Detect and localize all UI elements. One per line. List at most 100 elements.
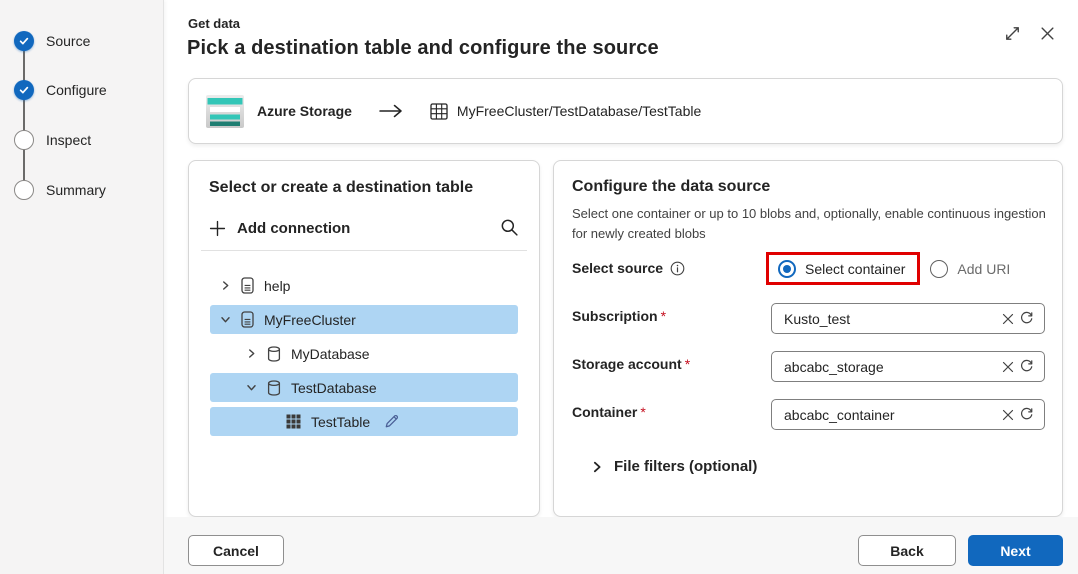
add-connection-button[interactable]: Add connection (209, 216, 350, 240)
refresh-icon (1019, 359, 1034, 374)
clear-container-button[interactable] (999, 406, 1017, 424)
clear-storage-account-button[interactable] (999, 358, 1017, 376)
configure-panel-title: Configure the data source (572, 178, 771, 195)
select-source-radio-group: Select container Add URI (766, 252, 1010, 285)
container-field[interactable] (771, 399, 1045, 430)
page-title: Pick a destination table and configure t… (187, 37, 659, 59)
step-label: Configure (46, 82, 107, 98)
cancel-button[interactable]: Cancel (188, 535, 284, 566)
pencil-icon (383, 413, 400, 430)
step-label: Inspect (46, 132, 92, 148)
step-complete-icon (14, 31, 34, 51)
required-marker: * (640, 404, 646, 420)
select-source-label-row: Select source (572, 260, 685, 276)
refresh-subscription-button[interactable] (1017, 309, 1036, 328)
tree-item-myfreecluster[interactable]: MyFreeCluster (210, 305, 518, 334)
destination-panel: Select or create a destination table Add… (188, 160, 540, 517)
tree-item-label: TestTable (311, 413, 371, 430)
cluster-icon (241, 277, 254, 294)
chevron-right-icon (591, 461, 603, 473)
subscription-label: Subscription * (572, 308, 667, 324)
destination-path: MyFreeCluster/TestDatabase/TestTable (456, 103, 702, 119)
radio-add-uri-option: Add URI (930, 259, 1010, 278)
close-icon (1040, 26, 1055, 41)
tree-item-label: TestDatabase (291, 379, 377, 396)
table-icon (286, 414, 301, 429)
storage-account-field[interactable] (771, 351, 1045, 382)
clear-subscription-button[interactable] (999, 310, 1017, 328)
stepper-connector-line (23, 41, 25, 190)
destination-table-icon (430, 102, 448, 120)
refresh-icon (1019, 311, 1034, 326)
stepper-step-configure[interactable]: Configure (0, 80, 164, 100)
container-input[interactable] (784, 406, 999, 423)
search-icon (500, 218, 522, 237)
source-name: Azure Storage (257, 103, 352, 119)
database-icon (267, 345, 281, 362)
file-filters-expander[interactable]: File filters (optional) (591, 458, 757, 475)
expand-icon (1004, 25, 1021, 42)
close-dialog-button[interactable] (1036, 22, 1058, 44)
refresh-storage-account-button[interactable] (1017, 357, 1036, 376)
edit-table-button[interactable] (383, 413, 400, 430)
radio-select-container-label[interactable]: Select container (805, 261, 905, 277)
configure-panel-description: Select one container or up to 10 blobs a… (572, 206, 1046, 241)
plus-icon (209, 220, 226, 237)
required-marker: * (684, 356, 691, 372)
storage-account-label: Storage account * (572, 356, 691, 372)
refresh-container-button[interactable] (1017, 405, 1036, 424)
container-label: Container * (572, 404, 646, 420)
select-source-label: Select source (572, 260, 664, 276)
divider (201, 250, 527, 251)
chevron-right-icon[interactable] (220, 280, 232, 291)
destination-panel-title: Select or create a destination table (209, 179, 474, 196)
chevron-down-icon[interactable] (246, 382, 258, 393)
stepper-step-summary[interactable]: Summary (0, 180, 164, 200)
stepper-sidebar: Source Configure Inspect Summary (0, 0, 164, 574)
storage-account-input[interactable] (784, 358, 999, 375)
stepper-step-inspect[interactable]: Inspect (0, 130, 164, 150)
source-summary-bar: Azure Storage MyFreeCluster/TestDatabase… (188, 78, 1063, 144)
chevron-down-icon[interactable] (220, 314, 232, 325)
tree-item-label: MyDatabase (291, 345, 370, 362)
database-icon (267, 379, 281, 396)
tree-item-help[interactable]: help (210, 271, 518, 300)
cluster-icon (241, 311, 254, 328)
step-empty-icon (14, 130, 34, 150)
annotation-highlight-box: Select container (766, 252, 921, 285)
radio-add-uri[interactable] (930, 259, 949, 278)
step-empty-icon (14, 180, 34, 200)
info-button[interactable] (670, 261, 685, 276)
chevron-right-icon[interactable] (246, 348, 258, 359)
step-label: Summary (46, 182, 106, 198)
file-filters-label: File filters (optional) (614, 458, 758, 475)
tree-item-testdatabase[interactable]: TestDatabase (210, 373, 518, 402)
dialog-footer: Cancel Back Next (164, 517, 1078, 574)
radio-select-container[interactable] (778, 259, 796, 278)
cluster-tree: help MyFreeCluster MyDatabase TestDataba… (210, 271, 518, 441)
stepper-step-source[interactable]: Source (0, 31, 164, 51)
tree-item-label: MyFreeCluster (264, 311, 356, 328)
add-connection-label: Add connection (237, 219, 351, 237)
clear-icon (1001, 312, 1015, 326)
radio-add-uri-label[interactable]: Add URI (957, 261, 1010, 277)
azure-storage-icon (206, 94, 244, 128)
tree-item-mydatabase[interactable]: MyDatabase (210, 339, 518, 368)
subscription-field[interactable] (771, 303, 1045, 334)
next-button[interactable]: Next (968, 535, 1063, 566)
search-button[interactable] (500, 216, 522, 238)
back-button[interactable]: Back (858, 535, 956, 566)
expand-dialog-button[interactable] (1001, 22, 1023, 44)
clear-icon (1001, 360, 1015, 374)
dialog-eyebrow: Get data (188, 16, 241, 31)
clear-icon (1001, 408, 1015, 422)
info-icon (670, 261, 685, 276)
step-complete-icon (14, 80, 34, 100)
step-label: Source (46, 33, 91, 49)
arrow-right-icon (378, 103, 404, 119)
tree-item-label: help (264, 277, 291, 294)
tree-item-testtable[interactable]: TestTable (210, 407, 518, 436)
subscription-input[interactable] (784, 310, 999, 327)
refresh-icon (1019, 407, 1034, 422)
configure-panel: Configure the data source Select one con… (553, 160, 1063, 517)
